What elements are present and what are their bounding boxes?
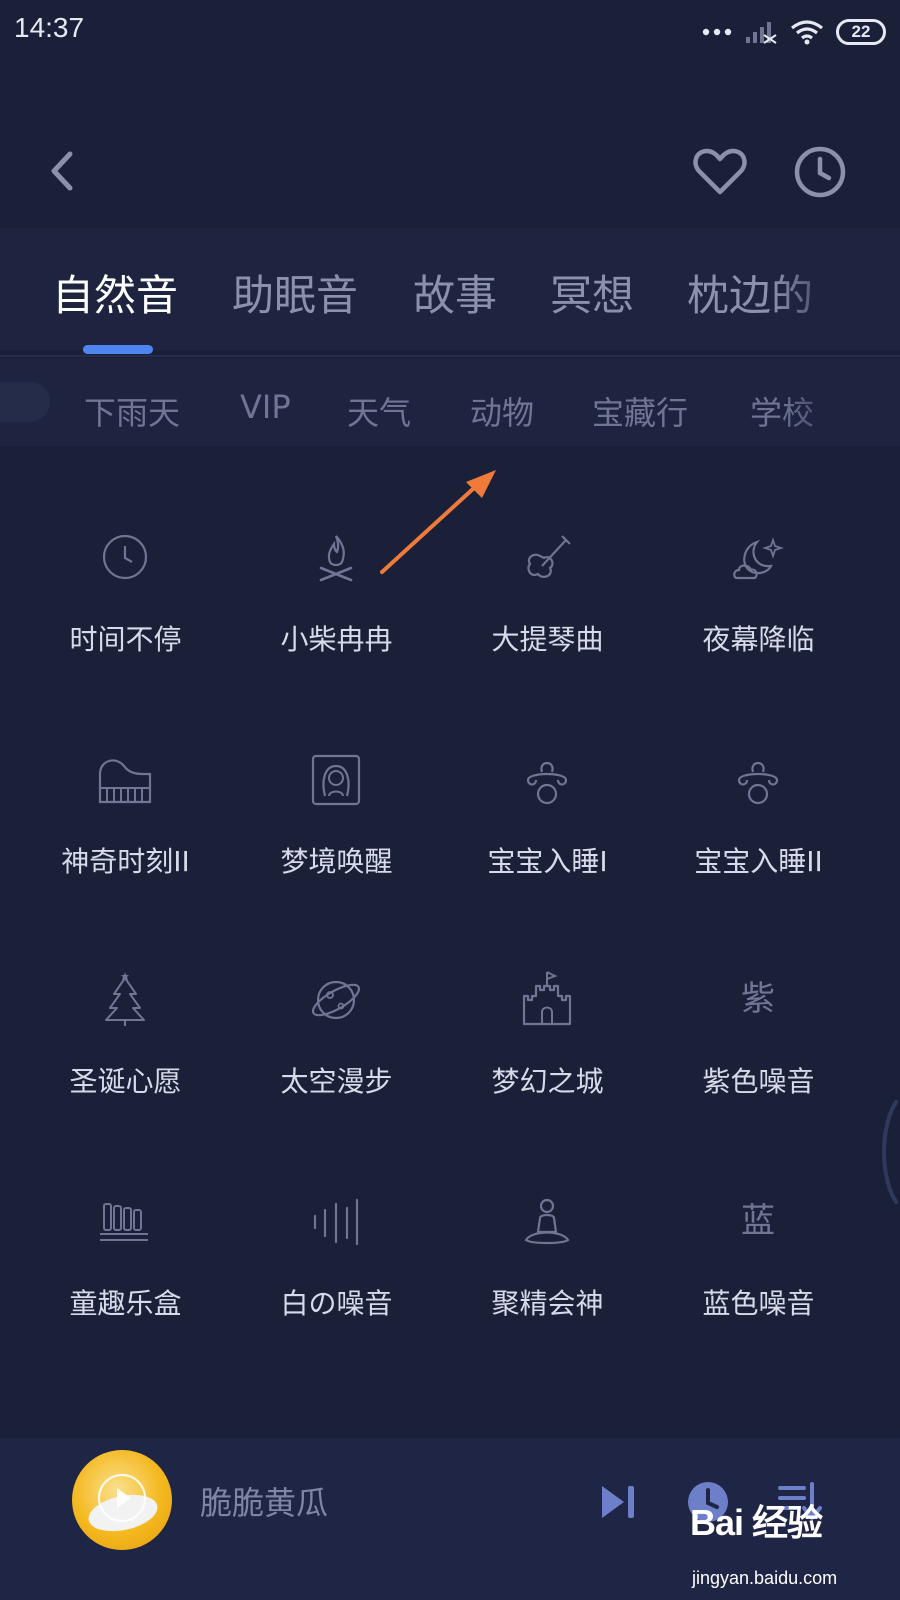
skip-next-icon [602,1486,634,1518]
sound-item[interactable]: 太空漫步 [229,942,444,1122]
sound-label: 时间不停 [69,623,182,656]
purple-noise-icon: 紫 [741,979,775,1019]
violin-icon [527,535,571,578]
tab-stories[interactable]: 故事 [413,262,497,323]
sound-label: 神奇时刻II [61,845,190,878]
history-button[interactable] [790,142,850,202]
sound-item[interactable]: 童趣乐盒 [18,1164,233,1344]
moon-cloud-icon [733,537,784,580]
sound-item[interactable]: 小柴冉冉 [229,500,444,680]
album-cover[interactable] [72,1450,172,1550]
sound-label: 紫色噪音 [702,1065,815,1098]
edge-swipe-handle[interactable] [874,1098,900,1206]
campfire-icon [319,535,353,582]
divider [0,355,900,357]
clock-icon [794,146,846,198]
scroll-edge [0,382,50,422]
clock-icon [102,534,148,580]
sound-label: 大提琴曲 [491,623,604,656]
sound-item[interactable]: 夜幕降临 [651,500,866,680]
girl-portrait-icon [311,754,361,806]
blue-noise-icon: 蓝 [741,1201,775,1241]
piano-icon [98,759,152,804]
sound-label: 聚精会神 [491,1287,604,1320]
sound-item[interactable]: 圣诞心愿 [18,942,233,1122]
sound-item[interactable]: 紫 紫色噪音 [651,942,866,1122]
sound-item[interactable]: 大提琴曲 [440,500,655,680]
subtab-weather[interactable]: 天气 [347,388,411,434]
watermark-logo: Bai 经验 [690,1502,823,1543]
sound-label: 圣诞心愿 [69,1065,182,1098]
subtab-vip[interactable]: VIP [240,388,291,426]
more-dots-icon [702,27,732,37]
back-button[interactable] [38,146,88,196]
sound-label: 夜幕降临 [702,623,815,656]
play-icon[interactable] [98,1474,146,1522]
tabs-fade [772,228,852,350]
tab-meditation[interactable]: 冥想 [550,262,634,323]
sound-label: 童趣乐盒 [69,1287,182,1320]
sub-category-tabs: 下雨天 VIP 天气 动物 宝藏行 学校 [0,358,900,446]
next-button[interactable] [596,1480,640,1524]
tab-nature-sounds[interactable]: 自然音 [52,262,178,323]
favorite-button[interactable] [690,142,750,202]
watermark: Bai 经验 jingyan.baidu.com [686,1486,886,1596]
christmas-tree-icon [105,972,145,1026]
sound-item[interactable]: 白の噪音 [229,1164,444,1344]
pacifier-icon [526,761,568,805]
sound-label: 小柴冉冉 [280,623,393,656]
sound-label: 梦幻之城 [491,1065,604,1098]
subtab-rainy-day[interactable]: 下雨天 [84,388,180,434]
meditation-icon [524,1198,570,1245]
signal-icon [744,19,778,45]
active-tab-indicator [83,345,153,354]
subtab-animals[interactable]: 动物 [470,388,534,434]
sound-item[interactable]: 宝宝入睡II [651,722,866,902]
watermark-url: jingyan.baidu.com [692,1568,838,1588]
sound-item[interactable]: 神奇时刻II [18,722,233,902]
sound-item[interactable]: 梦幻之城 [440,942,655,1122]
top-bar [0,130,900,220]
main-tabs: 自然音 助眠音 故事 冥想 枕边的 [0,228,900,354]
chevron-left-icon [51,151,73,191]
sound-label: 宝宝入睡I [487,845,608,878]
sound-label: 太空漫步 [280,1065,393,1098]
subtabs-fade [780,358,860,446]
sound-wave-icon [313,1198,359,1246]
sound-item[interactable]: 时间不停 [18,500,233,680]
heart-icon [693,148,747,195]
status-time: 14:37 [14,12,85,43]
planet-icon [311,980,361,1020]
track-title: 脆脆黄瓜 [200,1484,329,1522]
sound-label: 梦境唤醒 [280,845,393,878]
sound-item[interactable]: 梦境唤醒 [229,722,444,902]
sound-item[interactable]: 蓝 蓝色噪音 [651,1164,866,1344]
castle-icon [522,971,572,1026]
sound-label: 宝宝入睡II [694,845,823,878]
sound-item[interactable]: 宝宝入睡I [440,722,655,902]
pacifier-icon [737,761,779,805]
xylophone-icon [100,1203,148,1241]
wifi-icon [790,19,824,45]
subtab-treasure[interactable]: 宝藏行 [592,388,688,434]
sound-label: 蓝色噪音 [702,1287,815,1320]
tab-sleep-sounds[interactable]: 助眠音 [232,262,358,323]
status-bar: 14:37 22 [0,0,900,64]
battery-indicator: 22 [836,19,886,45]
sound-label: 白の噪音 [280,1287,393,1320]
sound-item[interactable]: 聚精会神 [440,1164,655,1344]
status-icons: 22 [702,14,886,50]
